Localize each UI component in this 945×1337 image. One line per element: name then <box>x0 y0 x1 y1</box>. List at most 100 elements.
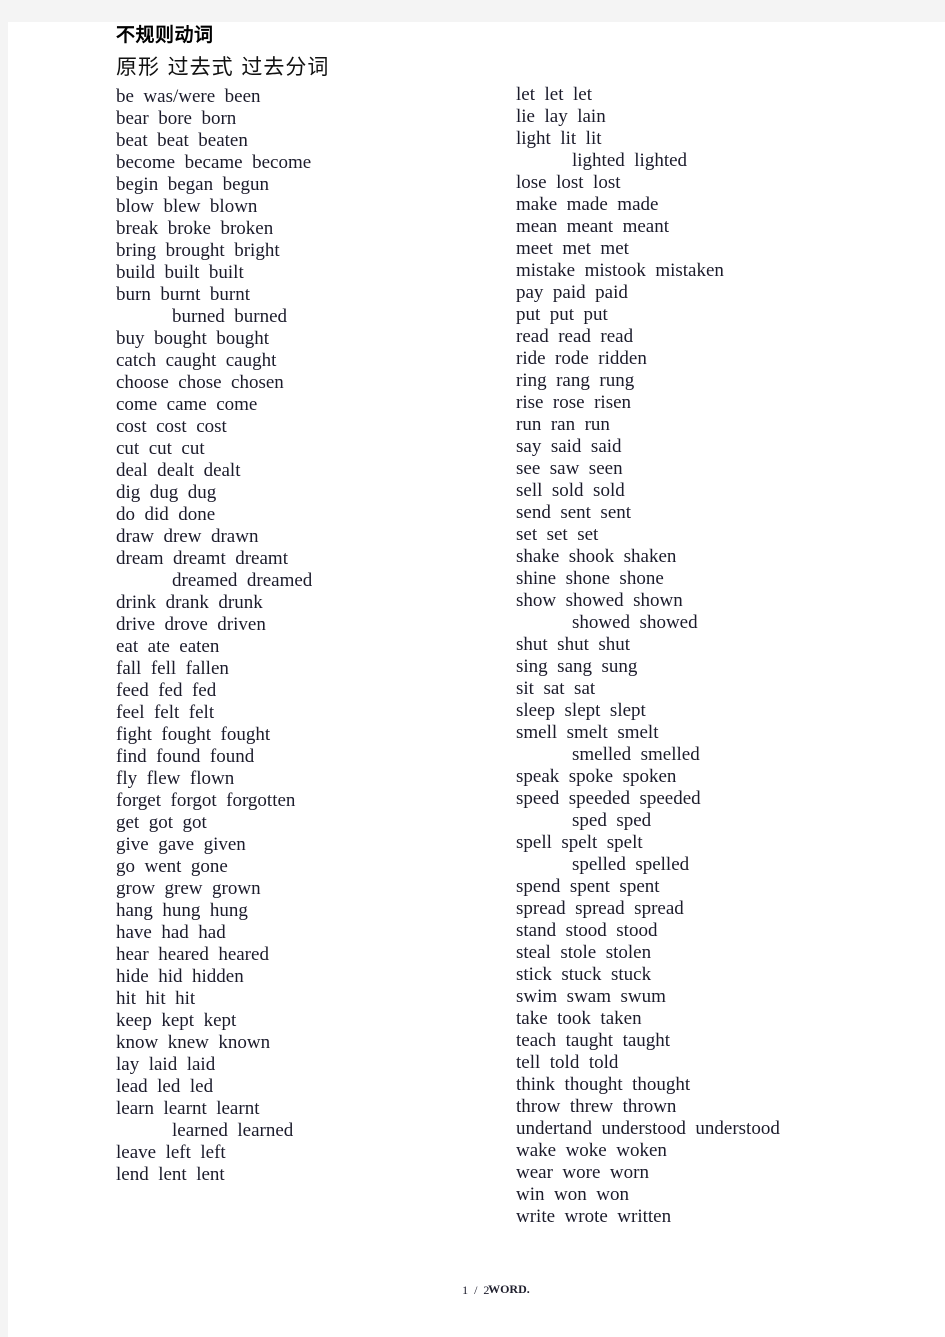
verb-line: show showed shown <box>516 590 683 611</box>
verb-line: steal stole stolen <box>516 942 652 963</box>
page-number: 1 / 2 <box>462 1283 491 1297</box>
verb-line: fall fell fallen <box>116 658 229 679</box>
verb-alt-form-line: burned burned <box>172 306 288 327</box>
verb-line: dream dreamt dreamt <box>116 548 288 569</box>
verb-line: spend spent spent <box>516 876 660 897</box>
verb-line: let let let <box>516 84 592 105</box>
verb-line: lie lay lain <box>516 106 606 127</box>
document-content: 不规则动词 原形 过去式 过去分词 be was/were been bear b… <box>8 22 945 1252</box>
verb-line: write wrote written <box>516 1206 672 1227</box>
verb-line: meet met met <box>516 238 629 259</box>
verb-line: keep kept kept <box>116 1010 237 1031</box>
verb-line: make made made <box>516 194 659 215</box>
verb-line: send sent sent <box>516 502 632 523</box>
verb-line: feed fed fed <box>116 680 217 701</box>
verb-line: hear heared heared <box>116 944 269 965</box>
verb-line: read read read <box>516 326 634 347</box>
verb-line: forget forgot forgotten <box>116 790 296 811</box>
verb-line: bear bore born <box>116 108 237 129</box>
verb-alt-form-line: spelled spelled <box>572 854 690 875</box>
verb-line: build built built <box>116 262 244 283</box>
footer-content: 1 / 2 WORD. <box>462 1282 530 1298</box>
verb-line: cut cut cut <box>116 438 205 459</box>
page-subtitle: 原形 过去式 过去分词 <box>116 55 330 79</box>
verb-line: begin began begun <box>116 174 270 195</box>
document-page: 不规则动词 原形 过去式 过去分词 be was/were been bear b… <box>8 22 945 1337</box>
right-column: let let let lie lay lain light lit lit ligh… <box>516 22 916 1228</box>
verb-line: ring rang rung <box>516 370 635 391</box>
verb-line: run ran run <box>516 414 610 435</box>
verb-line: become became become <box>116 152 312 173</box>
verb-line: mean meant meant <box>516 216 669 237</box>
verb-line: be was/were been <box>116 86 261 107</box>
verb-line: wake woke woken <box>516 1140 667 1161</box>
verb-line: come came come <box>116 394 258 415</box>
verb-line: deal dealt dealt <box>116 460 241 481</box>
verb-line: see saw seen <box>516 458 623 479</box>
verb-line: undertand understood understood <box>516 1118 780 1139</box>
verb-line: rise rose risen <box>516 392 632 413</box>
verb-line: think thought thought <box>516 1074 691 1095</box>
verb-line: do did done <box>116 504 216 525</box>
verb-line: hang hung hung <box>116 900 248 921</box>
verb-line: take took taken <box>516 1008 642 1029</box>
verb-line: light lit lit <box>516 128 602 149</box>
verb-line: shake shook shaken <box>516 546 677 567</box>
verb-line: find found found <box>116 746 255 767</box>
verb-line: burn burnt burnt <box>116 284 251 305</box>
verb-alt-form-line: smelled smelled <box>572 744 700 765</box>
verb-alt-form-line: sped sped <box>572 810 652 831</box>
verb-line: throw threw thrown <box>516 1096 677 1117</box>
page-footer: 1 / 2 WORD. <box>8 1281 945 1301</box>
verb-line: give gave given <box>116 834 246 855</box>
verb-line: sell sold sold <box>516 480 625 501</box>
verb-alt-form-line: showed showed <box>572 612 698 633</box>
verb-line: lay laid laid <box>116 1054 216 1075</box>
verb-line: cost cost cost <box>116 416 227 437</box>
verb-line: catch caught caught <box>116 350 277 371</box>
verb-line: shut shut shut <box>516 634 631 655</box>
verb-line: lend lent lent <box>116 1164 225 1185</box>
verb-line: teach taught taught <box>516 1030 671 1051</box>
verb-line: spell spelt spelt <box>516 832 643 853</box>
verb-line: stick stuck stuck <box>516 964 652 985</box>
right-verb-list: let let let lie lay lain light lit lit ligh… <box>516 84 916 1228</box>
verb-line: eat ate eaten <box>116 636 220 657</box>
verb-line: know knew known <box>116 1032 271 1053</box>
verb-line: grow grew grown <box>116 878 261 899</box>
verb-line: fight fought fought <box>116 724 271 745</box>
verb-line: hide hid hidden <box>116 966 244 987</box>
verb-line: speak spoke spoken <box>516 766 677 787</box>
verb-line: stand stood stood <box>516 920 658 941</box>
verb-line: hit hit hit <box>116 988 196 1009</box>
left-column: 不规则动词 原形 过去式 过去分词 be was/were been bear b… <box>116 22 486 1186</box>
left-verb-list: be was/were been bear bore born beat beat … <box>116 86 486 1186</box>
verb-line: feel felt felt <box>116 702 215 723</box>
verb-line: spread spread spread <box>516 898 684 919</box>
verb-line: learn learnt learnt <box>116 1098 260 1119</box>
right-column-spacer <box>516 22 916 84</box>
verb-line: dig dug dug <box>116 482 217 503</box>
verb-line: swim swam swum <box>516 986 666 1007</box>
verb-line: bring brought bright <box>116 240 280 261</box>
verb-line: leave left left <box>116 1142 226 1163</box>
verb-line: blow blew blown <box>116 196 258 217</box>
verb-line: set set set <box>516 524 599 545</box>
verb-line: drive drove driven <box>116 614 266 635</box>
verb-line: go went gone <box>116 856 228 877</box>
verb-line: put put put <box>516 304 608 325</box>
page-title: 不规则动词 <box>116 24 214 46</box>
verb-line: smell smelt smelt <box>516 722 659 743</box>
verb-line: get got got <box>116 812 207 833</box>
verb-line: buy bought bought <box>116 328 270 349</box>
verb-line: tell told told <box>516 1052 619 1073</box>
verb-line: draw drew drawn <box>116 526 259 547</box>
verb-line: mistake mistook mistaken <box>516 260 724 281</box>
verb-alt-form-line: lighted lighted <box>572 150 688 171</box>
verb-line: ride rode ridden <box>516 348 647 369</box>
verb-line: pay paid paid <box>516 282 628 303</box>
verb-line: sing sang sung <box>516 656 638 677</box>
verb-line: win won won <box>516 1184 629 1205</box>
verb-alt-form-line: dreamed dreamed <box>172 570 313 591</box>
verb-line: wear wore worn <box>516 1162 649 1183</box>
